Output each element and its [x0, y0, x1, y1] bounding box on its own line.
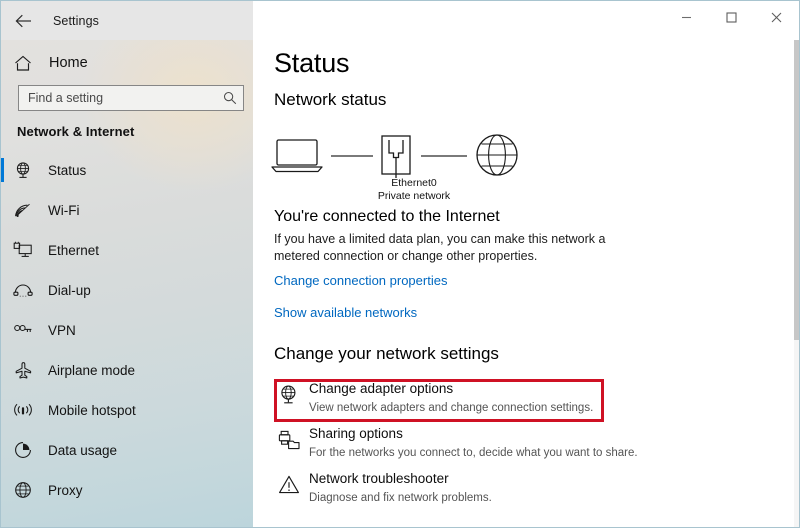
- sidebar-nav-list: Status Wi-Fi Ethernet Dial-up VPN Airpla…: [1, 150, 253, 510]
- sidebar-item-airplane-mode[interactable]: Airplane mode: [1, 350, 253, 390]
- sidebar-item-home[interactable]: Home: [1, 45, 253, 81]
- sidebar-item-vpn[interactable]: VPN: [1, 310, 253, 350]
- search-input[interactable]: [19, 87, 217, 109]
- ethernet-adapter-icon: [381, 135, 411, 178]
- laptop-icon: [271, 139, 323, 173]
- network-diagram: [269, 126, 539, 216]
- app-title: Settings: [53, 13, 99, 28]
- change-network-settings-heading: Change your network settings: [274, 344, 499, 363]
- sidebar-item-label: VPN: [48, 322, 76, 338]
- scrollbar-track[interactable]: [794, 40, 799, 527]
- setting-network-troubleshooter[interactable]: Network troubleshooter Diagnose and fix …: [269, 469, 669, 514]
- connection-description: If you have a limited data plan, you can…: [274, 232, 606, 263]
- airplane-icon: [1, 361, 45, 380]
- back-arrow-icon: [15, 14, 32, 28]
- back-button[interactable]: [1, 1, 45, 40]
- globe-monitor-icon: [1, 161, 45, 180]
- close-icon: [771, 12, 782, 23]
- scrollbar-thumb[interactable]: [794, 40, 799, 340]
- sidebar-item-label: Ethernet: [48, 242, 100, 258]
- search-box[interactable]: [18, 85, 244, 111]
- sidebar: Home Network & Internet: [1, 40, 253, 527]
- setting-title: Sharing options: [309, 426, 403, 441]
- sidebar-item-label: Status: [48, 162, 87, 178]
- title-bar-left: Settings: [1, 1, 253, 40]
- wifi-icon: [1, 202, 45, 218]
- adapter-globe-icon: [269, 379, 309, 406]
- sidebar-item-wifi[interactable]: Wi-Fi: [1, 190, 253, 230]
- ethernet-monitor-icon: [1, 241, 45, 259]
- sidebar-item-label: Airplane mode: [48, 362, 136, 378]
- warning-triangle-icon: [269, 469, 309, 495]
- network-settings-list: Change adapter options View network adap…: [269, 379, 669, 514]
- dialup-phone-icon: [1, 283, 45, 298]
- selection-indicator: [1, 158, 4, 182]
- sidebar-item-mobile-hotspot[interactable]: Mobile hotspot: [1, 390, 253, 430]
- sidebar-item-data-usage[interactable]: Data usage: [1, 430, 253, 470]
- hotspot-icon: [1, 402, 45, 418]
- minimize-icon: [681, 12, 692, 23]
- setting-text-block: Change adapter options View network adap…: [309, 379, 593, 416]
- sharing-printer-folder-icon: [269, 424, 309, 451]
- sidebar-section-title: Network & Internet: [17, 124, 135, 139]
- minimize-button[interactable]: [664, 1, 709, 33]
- setting-text-block: Network troubleshooter Diagnose and fix …: [309, 469, 492, 506]
- setting-subtitle: For the networks you connect to, decide …: [309, 447, 638, 459]
- data-usage-pie-icon: [1, 441, 45, 459]
- page-title: Status: [274, 48, 350, 78]
- sidebar-item-proxy[interactable]: Proxy: [1, 470, 253, 510]
- sidebar-item-label: Proxy: [48, 482, 83, 498]
- show-available-networks-link[interactable]: Show available networks: [274, 305, 417, 320]
- close-button[interactable]: [754, 1, 799, 33]
- setting-title: Network troubleshooter: [309, 471, 449, 486]
- maximize-icon: [726, 11, 737, 23]
- sidebar-item-label: Mobile hotspot: [48, 402, 136, 418]
- setting-text-block: Sharing options For the networks you con…: [309, 424, 638, 461]
- setting-sharing-options[interactable]: Sharing options For the networks you con…: [269, 424, 669, 469]
- settings-window: Settings Home Find a setting Network & I…: [0, 0, 800, 528]
- sidebar-item-label: Wi-Fi: [48, 202, 80, 218]
- sidebar-item-status[interactable]: Status: [1, 150, 253, 190]
- sidebar-item-label-home: Home: [49, 55, 88, 71]
- proxy-globe-icon: [1, 481, 45, 499]
- sidebar-item-label: Dial-up: [48, 282, 91, 298]
- main-content: Status Network status Ethernet0 Private …: [253, 40, 799, 527]
- setting-change-adapter-options[interactable]: Change adapter options View network adap…: [269, 379, 669, 424]
- sidebar-item-ethernet[interactable]: Ethernet: [1, 230, 253, 270]
- setting-title: Change adapter options: [309, 381, 454, 396]
- search-icon[interactable]: [217, 91, 243, 105]
- sidebar-item-dial-up[interactable]: Dial-up: [1, 270, 253, 310]
- globe-icon: [476, 134, 518, 176]
- adapter-type: Private network: [377, 190, 451, 202]
- home-icon: [1, 55, 45, 72]
- setting-subtitle: Diagnose and fix network problems.: [309, 492, 492, 504]
- window-controls: [664, 1, 799, 33]
- network-status-heading: Network status: [274, 90, 387, 109]
- setting-subtitle: View network adapters and change connect…: [309, 402, 594, 414]
- change-connection-properties-link[interactable]: Change connection properties: [274, 273, 447, 288]
- sidebar-item-label: Data usage: [48, 442, 118, 458]
- maximize-button[interactable]: [709, 1, 754, 33]
- connection-heading: You're connected to the Internet: [274, 208, 500, 225]
- adapter-name: Ethernet0: [391, 177, 437, 189]
- title-bar: Settings: [1, 1, 799, 40]
- vpn-key-icon: [1, 323, 45, 337]
